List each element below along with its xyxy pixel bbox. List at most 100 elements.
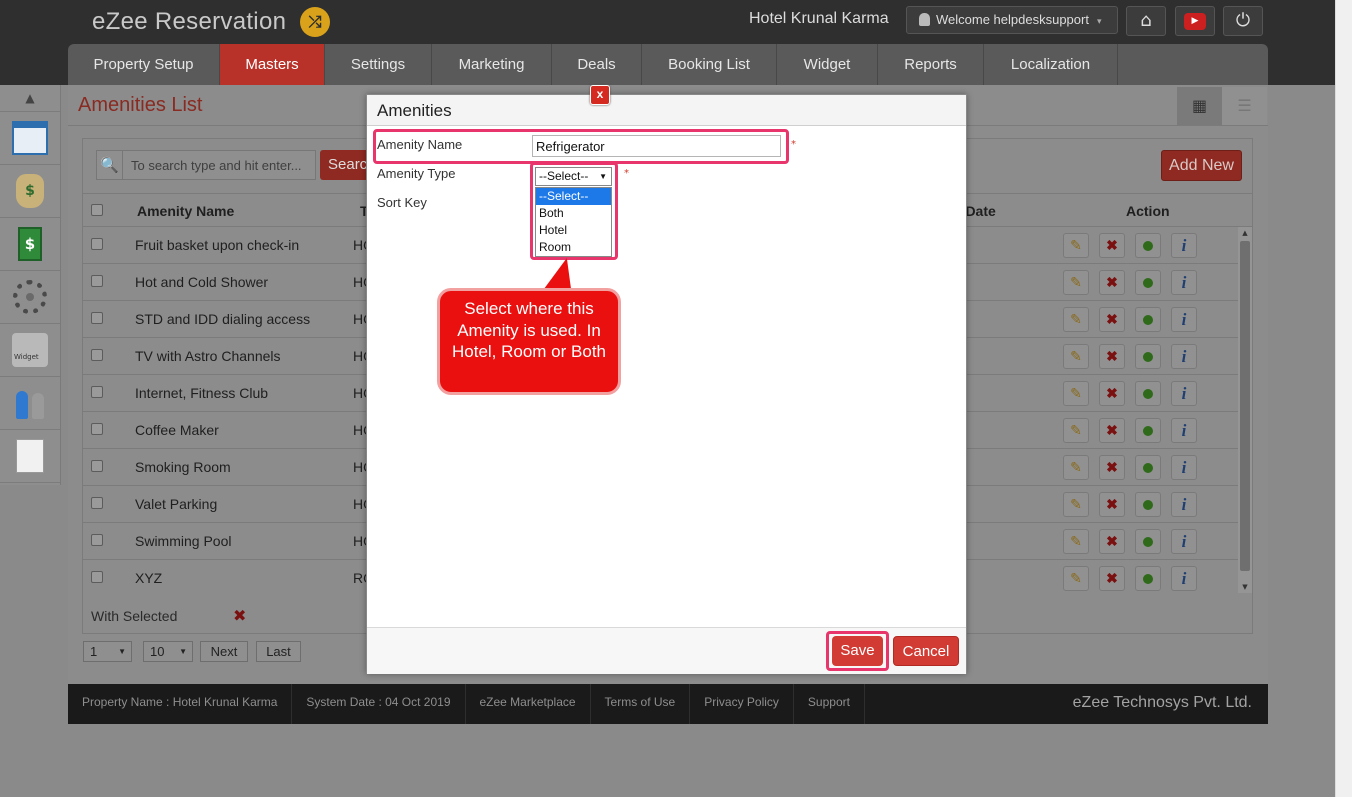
list-view-icon[interactable]: ☰ [1222,87,1267,125]
info-icon[interactable]: i [1171,381,1197,406]
edit-icon[interactable]: ✎ [1063,233,1089,258]
tab-deals[interactable]: Deals [552,44,642,85]
add-new-button[interactable]: Add New [1161,150,1242,181]
tab-masters[interactable]: Masters [220,44,325,85]
search-icon[interactable]: 🔍 [97,151,123,179]
sidebar-item-users[interactable] [0,377,60,430]
grid-view-icon[interactable]: ▦ [1177,87,1222,125]
sidebar-item-settings[interactable] [0,271,60,324]
delete-icon[interactable]: ✖ [1099,381,1125,406]
sidebar-scroll-up[interactable]: ▲ [0,85,60,112]
row-checkbox[interactable] [91,571,103,583]
row-checkbox[interactable] [91,238,103,250]
info-icon[interactable]: i [1171,233,1197,258]
amenity-name-input[interactable] [532,135,781,157]
user-menu[interactable]: Welcome helpdesksupport ▾ [906,6,1118,34]
close-icon[interactable]: x [590,85,610,105]
delete-icon[interactable]: ✖ [1099,344,1125,369]
delete-icon[interactable]: ✖ [1099,492,1125,517]
amenity-type-select[interactable]: --Select-- ▼ [535,167,612,186]
row-checkbox[interactable] [91,534,103,546]
tab-reports[interactable]: Reports [878,44,984,85]
footer-support-link[interactable]: Support [794,684,865,724]
scroll-down-icon[interactable]: ▼ [1238,583,1252,591]
delete-icon[interactable]: ✖ [1099,418,1125,443]
sidebar-item-widget[interactable]: Widget [0,324,60,377]
info-icon[interactable]: i [1171,492,1197,517]
dropdown-option-hotel[interactable]: Hotel [536,222,611,239]
home-button[interactable]: ⌂ [1126,6,1166,36]
info-icon[interactable]: i [1171,418,1197,443]
per-page-select[interactable]: 10 ▼ [143,641,193,662]
edit-icon[interactable]: ✎ [1063,270,1089,295]
status-icon[interactable] [1135,418,1161,443]
info-icon[interactable]: i [1171,344,1197,369]
info-icon[interactable]: i [1171,307,1197,332]
row-checkbox[interactable] [91,312,103,324]
shuffle-icon[interactable]: ⤮ [300,7,330,37]
page-select[interactable]: 1 ▼ [83,641,132,662]
app-logo[interactable]: eZee Reservation [92,8,286,36]
delete-icon[interactable]: ✖ [1099,529,1125,554]
edit-icon[interactable]: ✎ [1063,344,1089,369]
column-header-name[interactable]: Amenity Name [137,203,234,219]
tab-booking-list[interactable]: Booking List [642,44,777,85]
logout-button[interactable]: ⏻ [1223,6,1263,36]
status-icon[interactable] [1135,381,1161,406]
row-checkbox[interactable] [91,497,103,509]
search-input[interactable] [123,151,315,179]
last-button[interactable]: Last [256,641,301,662]
scroll-up-icon[interactable]: ▲ [1238,229,1252,237]
delete-icon[interactable]: ✖ [1099,566,1125,591]
status-icon[interactable] [1135,566,1161,591]
row-checkbox[interactable] [91,460,103,472]
tab-marketing[interactable]: Marketing [432,44,552,85]
edit-icon[interactable]: ✎ [1063,381,1089,406]
sidebar-item-payments[interactable]: $ [0,218,60,271]
tab-property-setup[interactable]: Property Setup [68,44,220,85]
tab-settings[interactable]: Settings [325,44,432,85]
delete-icon[interactable]: ✖ [1099,307,1125,332]
bulk-delete-icon[interactable]: ✖ [233,606,246,625]
select-all-checkbox[interactable] [91,204,103,216]
row-checkbox[interactable] [91,386,103,398]
status-icon[interactable] [1135,344,1161,369]
status-icon[interactable] [1135,529,1161,554]
info-icon[interactable]: i [1171,270,1197,295]
footer-marketplace-link[interactable]: eZee Marketplace [466,684,591,724]
status-icon[interactable] [1135,233,1161,258]
status-icon[interactable] [1135,270,1161,295]
scrollbar-thumb[interactable] [1240,241,1250,571]
edit-icon[interactable]: ✎ [1063,566,1089,591]
tab-localization[interactable]: Localization [984,44,1118,85]
info-icon[interactable]: i [1171,455,1197,480]
edit-icon[interactable]: ✎ [1063,529,1089,554]
dropdown-option-room[interactable]: Room [536,239,611,256]
save-button[interactable]: Save [832,636,883,666]
cancel-button[interactable]: Cancel [893,636,959,666]
dropdown-option-select[interactable]: --Select-- [536,188,611,205]
row-checkbox[interactable] [91,275,103,287]
row-checkbox[interactable] [91,423,103,435]
delete-icon[interactable]: ✖ [1099,233,1125,258]
next-button[interactable]: Next [200,641,248,662]
table-scrollbar[interactable]: ▲ ▼ [1238,227,1252,593]
dropdown-option-both[interactable]: Both [536,205,611,222]
edit-icon[interactable]: ✎ [1063,418,1089,443]
youtube-button[interactable]: ▶ [1175,6,1215,36]
edit-icon[interactable]: ✎ [1063,455,1089,480]
footer-privacy-link[interactable]: Privacy Policy [690,684,794,724]
info-icon[interactable]: i [1171,566,1197,591]
tab-widget[interactable]: Widget [777,44,878,85]
row-checkbox[interactable] [91,349,103,361]
status-icon[interactable] [1135,455,1161,480]
sidebar-item-revenue[interactable]: $ [0,165,60,218]
status-icon[interactable] [1135,307,1161,332]
delete-icon[interactable]: ✖ [1099,270,1125,295]
status-icon[interactable] [1135,492,1161,517]
edit-icon[interactable]: ✎ [1063,307,1089,332]
edit-icon[interactable]: ✎ [1063,492,1089,517]
sidebar-item-lists[interactable] [0,430,60,483]
sidebar-item-calendar[interactable] [0,112,60,165]
info-icon[interactable]: i [1171,529,1197,554]
